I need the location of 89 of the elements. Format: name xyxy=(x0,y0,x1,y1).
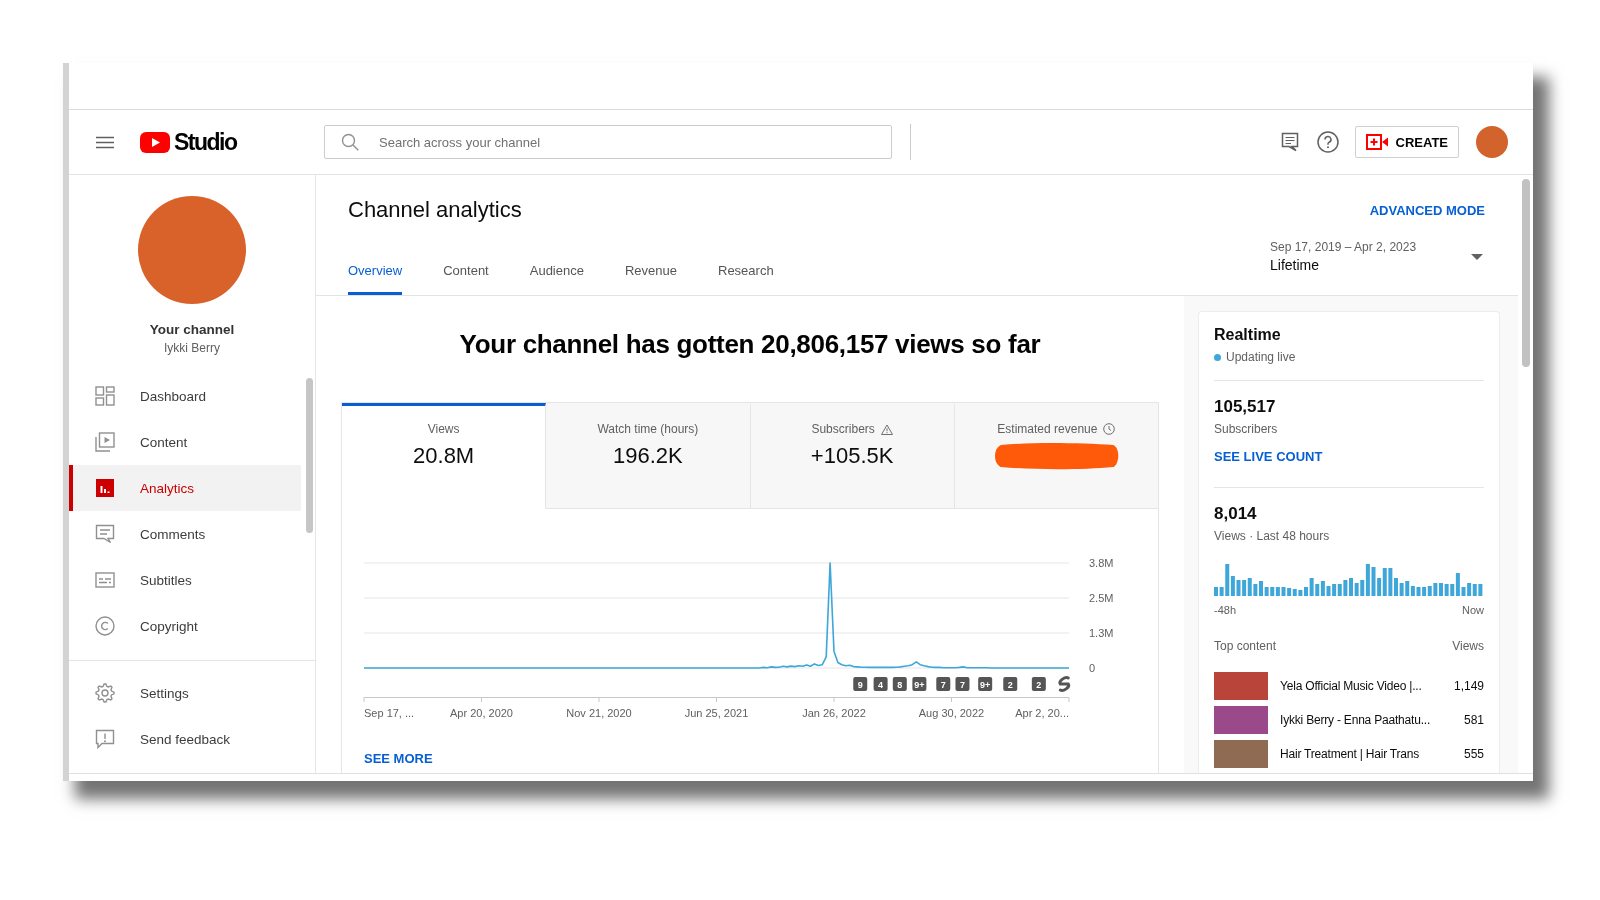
bar-chart-icon xyxy=(95,478,115,498)
alert-bubble-icon xyxy=(95,729,115,749)
sidebar-item[interactable]: Content xyxy=(69,419,301,465)
views-count: 8,014 xyxy=(1214,503,1258,525)
axis-label: 1.3M xyxy=(1089,627,1114,639)
subscriber-label: Subscribers xyxy=(1214,421,1279,437)
thumbnail-placeholder[interactable] xyxy=(1214,672,1268,700)
date-range-dropdown[interactable]: Sep 17, 2019 – Apr 2, 2023 Lifetime xyxy=(1270,239,1485,275)
sidebar-item[interactable]: Copyright xyxy=(69,603,301,649)
sidebar-item[interactable]: Comments xyxy=(69,511,301,557)
annotation-badge[interactable]: 9+ xyxy=(978,677,993,691)
annotation-badge[interactable]: 8 xyxy=(892,677,907,691)
clock-icon xyxy=(1103,423,1116,435)
annotation-badge[interactable]: 9 xyxy=(853,677,868,691)
video-title[interactable]: Hair Treatment | Hair Trans xyxy=(1280,747,1452,761)
axis-label: Jun 25, 2021 xyxy=(684,707,749,719)
thumbnail-placeholder[interactable] xyxy=(1214,706,1268,734)
video-icon xyxy=(95,432,115,452)
subtitles-icon xyxy=(95,570,115,590)
metric-tab[interactable]: Watch time (hours) 196.2K xyxy=(546,403,751,509)
video-title[interactable]: Yela Official Music Video |... xyxy=(1280,679,1442,693)
video-plus-icon xyxy=(1365,134,1388,150)
metric-tab[interactable]: Views 20.8M xyxy=(342,403,547,509)
comment-icon xyxy=(95,524,115,544)
video-title[interactable]: Iykki Berry - Enna Paathatu... xyxy=(1280,713,1452,727)
channel-name: Iykki Berry xyxy=(163,340,221,356)
subscriber-count: 105,517 xyxy=(1214,396,1277,418)
advanced-mode-link[interactable]: ADVANCED MODE xyxy=(1369,202,1485,218)
tab[interactable]: Audience xyxy=(529,233,584,295)
channel-label: Your channel xyxy=(148,321,236,339)
dashboard-icon xyxy=(95,386,115,406)
scrollbar-thumb[interactable] xyxy=(306,378,313,533)
copyright-icon xyxy=(95,616,115,636)
status-dot-icon xyxy=(1214,353,1221,361)
view-count: 555 xyxy=(1463,747,1484,761)
annotation-badge[interactable]: 7 xyxy=(955,677,970,691)
views-label: Views · Last 48 hours xyxy=(1214,528,1331,544)
menu-icon[interactable] xyxy=(96,135,114,149)
axis-label: 3.8M xyxy=(1089,557,1114,569)
realtime-title: Realtime xyxy=(1214,325,1282,345)
sidebar-item[interactable]: Analytics xyxy=(69,465,301,511)
status-text: Updating live xyxy=(1226,349,1296,365)
headline: Your channel has gotten 20,806,157 views so far xyxy=(458,328,1042,361)
scrollbar-thumb[interactable] xyxy=(1522,179,1530,367)
axis-label: Nov 21, 2020 xyxy=(566,707,632,719)
annotation-badge[interactable]: 7 xyxy=(936,677,951,691)
column-label: Views xyxy=(1452,639,1484,653)
section-label: Top content xyxy=(1214,639,1277,653)
metric-tab[interactable]: Subscribers +105.5K xyxy=(750,403,955,509)
help-icon[interactable] xyxy=(1316,131,1339,153)
tab[interactable]: Overview xyxy=(348,233,403,295)
see-more-link[interactable]: SEE MORE xyxy=(364,751,433,767)
view-count: 581 xyxy=(1463,713,1484,727)
annotation-badge[interactable]: 9+ xyxy=(912,677,927,691)
sidebar-item[interactable]: Dashboard xyxy=(69,373,301,419)
tab[interactable]: Research xyxy=(718,233,774,295)
play-logo-icon xyxy=(140,131,170,153)
caret-icon xyxy=(1471,254,1483,260)
axis-label: -48h xyxy=(1214,603,1237,617)
axis-label: Now xyxy=(1462,603,1484,617)
search-icon xyxy=(341,133,359,151)
axis-label: Jan 26, 2022 xyxy=(802,707,866,719)
page-title: Channel analytics xyxy=(348,197,522,223)
account-avatar[interactable] xyxy=(1476,126,1508,158)
annotation-badge[interactable]: 2 xyxy=(1003,677,1018,691)
tab[interactable]: Content xyxy=(443,233,489,295)
axis-label: 2.5M xyxy=(1089,592,1114,604)
axis-label: 0 xyxy=(1089,662,1096,674)
axis-label: Sep 17, ... xyxy=(364,707,415,719)
metric-tab[interactable]: Estimated revenue xyxy=(954,403,1158,509)
thumbnail-placeholder[interactable] xyxy=(1214,740,1268,768)
annotation-badge[interactable]: 2 xyxy=(1031,677,1046,691)
search-field[interactable]: Search across your channel xyxy=(324,125,892,159)
axis-label: Apr 20, 2020 xyxy=(450,707,513,719)
sidebar-item[interactable]: Subtitles xyxy=(69,557,301,603)
gear-icon xyxy=(95,683,115,703)
view-count: 1,149 xyxy=(1453,679,1484,693)
warning-icon xyxy=(880,423,893,435)
see-live-count-link[interactable]: SEE LIVE COUNT xyxy=(1214,449,1323,465)
feedback-icon[interactable] xyxy=(1280,132,1299,152)
sidebar-item[interactable]: Settings xyxy=(69,670,301,716)
annotation-badge[interactable]: 4 xyxy=(873,677,888,691)
annotation-icon[interactable] xyxy=(1058,676,1071,692)
axis-label: Aug 30, 2022 xyxy=(918,707,985,719)
tab[interactable]: Revenue xyxy=(624,233,677,295)
axis-label: Apr 2, 20... xyxy=(1015,707,1069,719)
create-button[interactable]: CREATE xyxy=(1354,126,1459,158)
studio-logo[interactable]: Studio xyxy=(140,128,237,156)
sidebar-item[interactable]: Send feedback xyxy=(69,716,301,762)
